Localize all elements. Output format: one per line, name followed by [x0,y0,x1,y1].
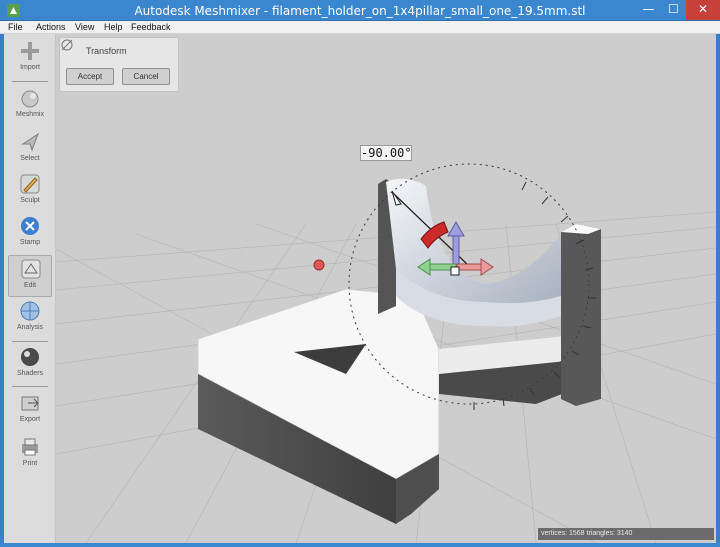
tool-label: Select [20,155,40,162]
close-button[interactable]: ✕ [686,0,720,20]
printer-icon [22,438,38,456]
tool-label: Analysis [16,324,44,331]
tool-label: Print [22,460,38,467]
menu-bar: File Actions View Help Feedback [0,21,720,34]
window-frame-bottom [0,543,720,547]
pivot-point-marker[interactable] [313,259,325,271]
tool-label: Sculpt [20,197,40,204]
plus-icon [21,42,39,60]
arrow-cursor-icon [21,132,40,152]
stamp-icon [21,217,39,235]
status-bar: vertices: 1568 triangles: 3140 [538,528,714,540]
tool-label: Stamp [19,239,41,246]
tool-label: Import [20,64,40,71]
tool-label: Edit [23,282,37,289]
tool-sculpt[interactable]: Sculpt [8,171,52,213]
tool-label: Shaders [16,370,44,377]
tool-print[interactable]: Print [8,434,52,476]
tool-import[interactable]: Import [8,38,52,80]
menu-feedback[interactable]: Feedback [131,22,171,32]
window-title: Autodesk Meshmixer - filament_holder_on_… [134,4,586,18]
tool-stamp[interactable]: Stamp [8,213,52,255]
transform-icon [61,39,73,51]
tool-label: Export [19,416,41,423]
cancel-button[interactable]: Cancel [122,68,170,85]
tool-shaders[interactable]: Shaders [8,344,52,386]
tool-sidebar: Import Meshmix Select Sculpt Stamp Edit [4,34,56,543]
tool-label: Meshmix [15,111,44,118]
maximize-button[interactable]: ☐ [661,0,686,20]
bunny-icon [21,90,39,108]
tool-export[interactable]: Export [8,390,52,432]
scene-canvas [56,163,716,543]
transform-panel: Transform Accept Cancel [59,37,179,92]
tool-select[interactable]: Select [8,129,52,171]
export-icon [21,396,39,411]
menu-file[interactable]: File [8,22,23,32]
tool-analysis[interactable]: Analysis [8,298,52,340]
divider [12,341,48,342]
divider [12,386,48,387]
divider [12,81,48,82]
tool-edit[interactable]: Edit [8,255,52,297]
sphere-icon [21,348,39,366]
tool-meshmix[interactable]: Meshmix [8,85,52,127]
edit-icon [21,259,41,279]
angle-readout: -90.00° [360,145,412,161]
accept-button[interactable]: Accept [66,68,114,85]
3d-viewport[interactable]: Transform Accept Cancel -90.00° vertices… [56,34,716,543]
title-bar: Autodesk Meshmixer - filament_holder_on_… [0,0,720,21]
analysis-icon [20,301,40,321]
panel-title: Transform [86,46,127,56]
minimize-button[interactable]: — [636,0,661,20]
mesh-model[interactable] [197,178,601,524]
menu-help[interactable]: Help [104,22,123,32]
brush-icon [20,174,40,194]
menu-view[interactable]: View [75,22,94,32]
menu-actions[interactable]: Actions [36,22,66,32]
